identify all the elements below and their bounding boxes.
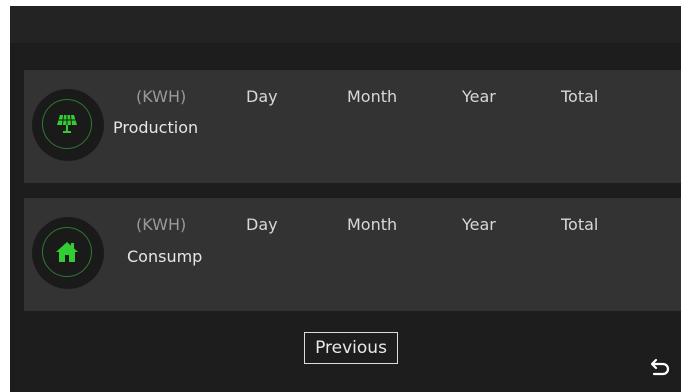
unit-label: (KWH) [136, 87, 187, 106]
production-card: (KWH) Day Month Year Total Production [24, 70, 681, 183]
production-icon-ring [42, 99, 92, 149]
consumption-icon-badge [32, 217, 104, 289]
column-header-day: Day [246, 215, 278, 234]
solar-panel-icon [57, 114, 77, 133]
unit-label: (KWH) [136, 215, 187, 234]
column-header-month: Month [347, 87, 398, 106]
column-header-total: Total [561, 215, 599, 234]
home-icon [56, 242, 78, 262]
column-header-day: Day [246, 87, 278, 106]
return-arrow-icon [650, 358, 670, 376]
previous-button[interactable]: Previous [304, 332, 398, 364]
column-header-year: Year [462, 87, 496, 106]
column-header-month: Month [347, 215, 398, 234]
production-label: Production [113, 118, 199, 137]
back-button[interactable] [647, 353, 675, 381]
production-icon-badge [32, 89, 104, 161]
consumption-card: (KWH) Day Month Year Total Consump [24, 198, 681, 311]
screen: (KWH) Day Month Year Total Production (K… [10, 6, 681, 392]
column-header-year: Year [462, 215, 496, 234]
consumption-icon-ring [42, 227, 92, 277]
column-header-total: Total [561, 87, 599, 106]
consumption-label: Consump [127, 247, 203, 266]
top-bar [10, 6, 681, 43]
